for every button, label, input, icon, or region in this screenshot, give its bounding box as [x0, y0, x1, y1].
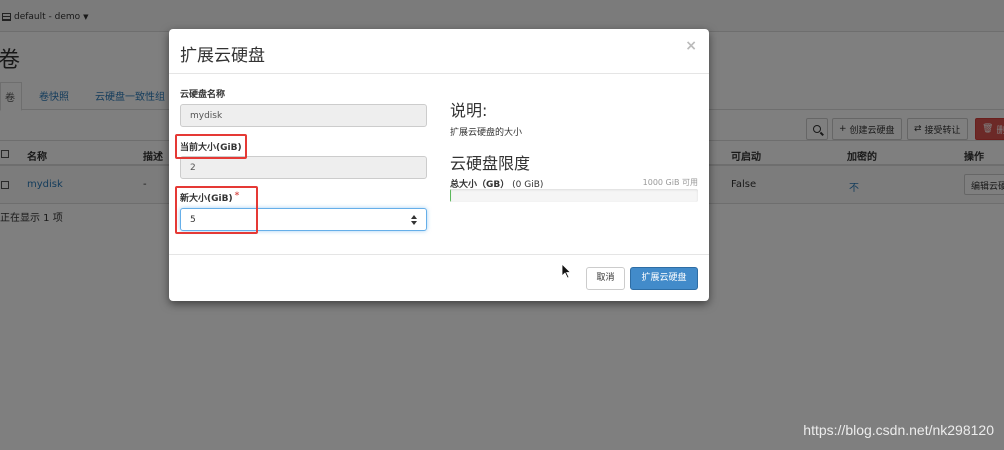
quota-progress-bar: [450, 189, 698, 202]
extend-volume-modal: 扩展云硬盘 × 云硬盘名称 mydisk 当前大小(GiB) 2 新大小(GiB…: [169, 29, 709, 301]
description-title: 说明:: [450, 101, 488, 120]
extend-volume-submit-button[interactable]: 扩展云硬盘: [630, 267, 698, 290]
highlight-current-size: [175, 134, 247, 159]
watermark-text: https://blog.csdn.net/nk298120: [803, 422, 994, 438]
volume-name-label: 云硬盘名称: [180, 90, 226, 100]
close-icon[interactable]: ×: [685, 38, 697, 54]
highlight-new-size: [175, 186, 258, 234]
volume-name-field: mydisk: [180, 104, 427, 127]
modal-header: 扩展云硬盘 ×: [169, 29, 709, 74]
spinner-arrows-icon[interactable]: [411, 215, 417, 225]
mouse-cursor-icon: [561, 263, 572, 282]
cancel-button[interactable]: 取消: [586, 267, 625, 290]
modal-title: 扩展云硬盘: [180, 46, 265, 66]
modal-footer: 取消 扩展云硬盘: [169, 254, 709, 301]
description-text: 扩展云硬盘的大小: [450, 128, 523, 138]
quota-progress-fill: [450, 189, 452, 202]
current-size-field: 2: [180, 156, 427, 179]
quota-title: 云硬盘限度: [450, 154, 531, 173]
quota-available: 1000 GiB 可用: [642, 178, 698, 187]
